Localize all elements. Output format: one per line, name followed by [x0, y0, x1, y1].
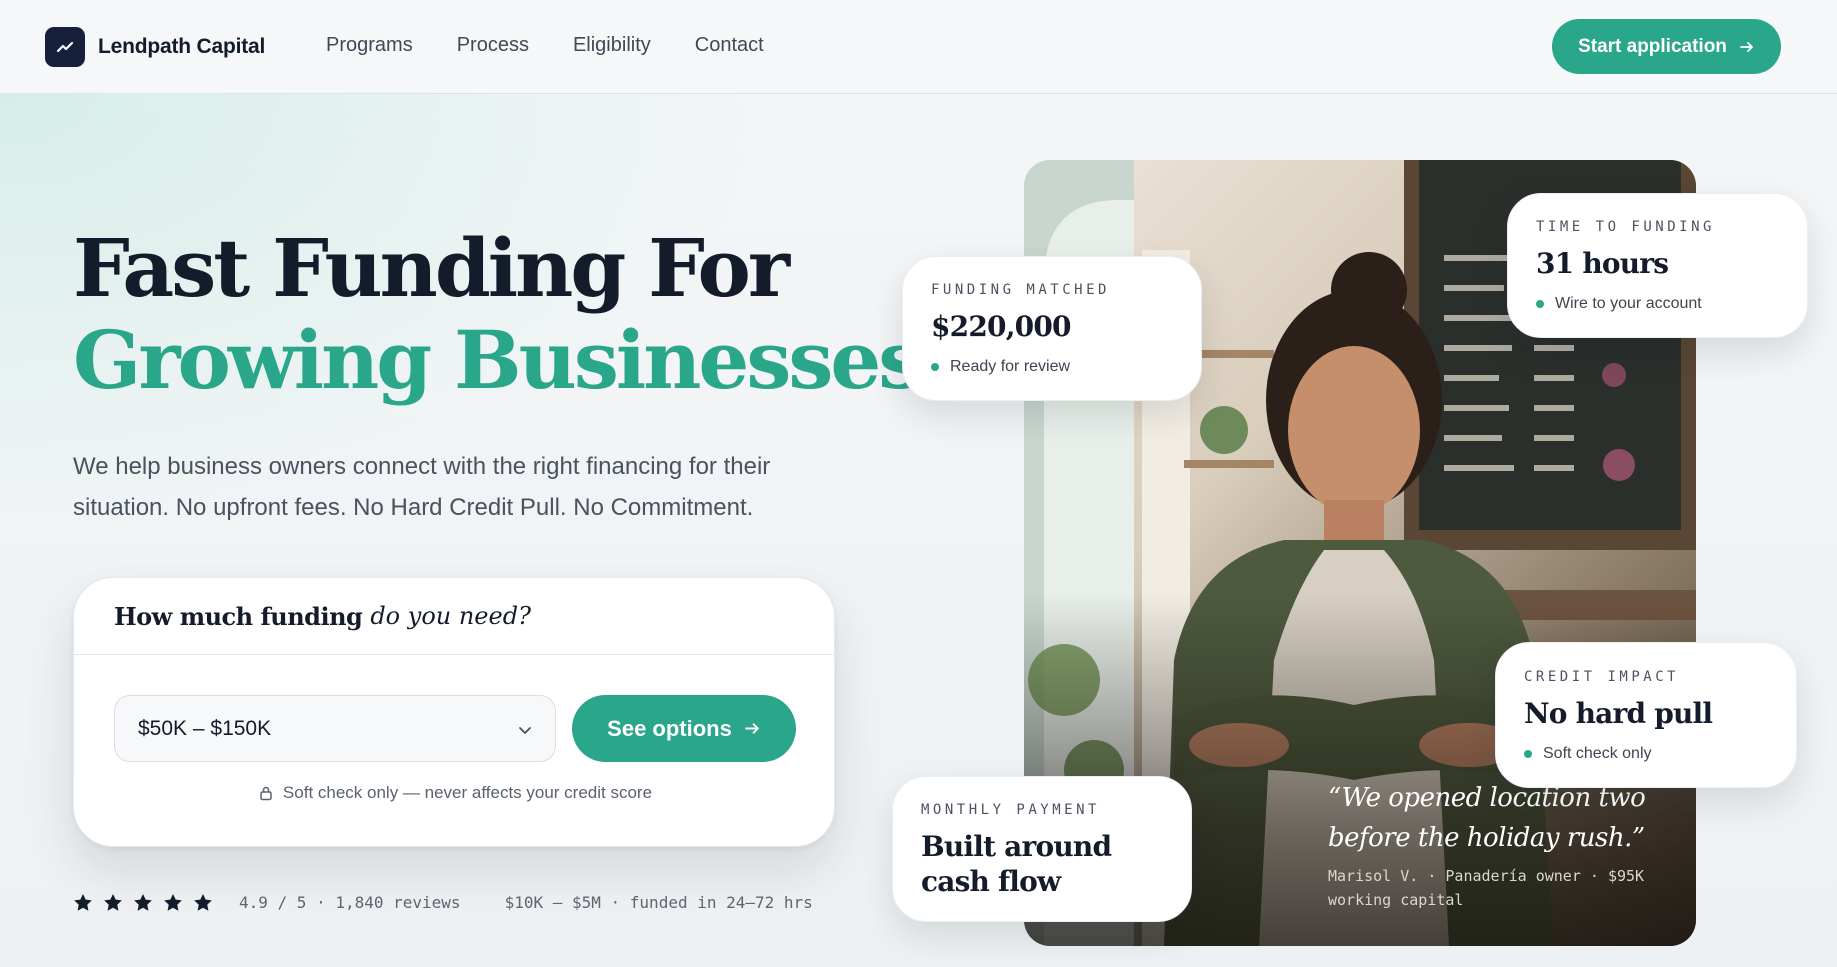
- funding-question-italic: do you need?: [370, 602, 531, 630]
- funding-question-bold: How much funding: [114, 601, 363, 631]
- star-icon: [163, 893, 183, 912]
- star-icon: [193, 893, 213, 912]
- stat-value: No hard pull: [1524, 697, 1713, 730]
- rating-stars: [73, 893, 223, 912]
- stat-card-funding-matched: FUNDING MATCHED $220,000 Ready for revie…: [902, 256, 1202, 401]
- stat-label: MONTHLY PAYMENT: [921, 802, 1100, 818]
- testimonial-quote: “We opened location two before the holid…: [1328, 783, 1646, 853]
- status-dot-icon: [1524, 750, 1532, 758]
- stat-sub: Wire to your account: [1536, 295, 1702, 313]
- soft-check-text: Soft check only — never affects your cre…: [282, 783, 653, 802]
- see-options-label: See options: [607, 715, 732, 741]
- nav-link-process[interactable]: Process: [457, 34, 529, 57]
- stat-label: CREDIT IMPACT: [1524, 669, 1680, 685]
- arrow-right-icon: [1739, 39, 1755, 55]
- hero-subtext: We help business owners connect with the…: [73, 453, 771, 521]
- stat-sub: Ready for review: [931, 358, 1070, 376]
- soft-check-note: Soft check only — never affects your cre…: [74, 783, 836, 803]
- nav-link-contact[interactable]: Contact: [695, 34, 764, 57]
- stat-value: Built around cash flow: [921, 830, 1112, 898]
- stat-card-monthly-payment: MONTHLY PAYMENT Built around cash flow: [892, 776, 1192, 922]
- trend-line-icon: [45, 27, 85, 67]
- star-icon: [133, 893, 153, 912]
- brand-name: Lendpath Capital: [98, 35, 266, 58]
- arrow-right-icon: [744, 720, 761, 737]
- testimonial-attribution: Marisol V. · Panadería owner · $95K work…: [1328, 867, 1645, 909]
- funding-amount-value: $50K – $150K: [138, 716, 272, 740]
- status-dot-icon: [1536, 300, 1544, 308]
- funding-question: How much funding do you need?: [74, 578, 834, 655]
- status-dot-icon: [931, 363, 939, 371]
- stat-sub-text: Ready for review: [950, 358, 1071, 375]
- brand[interactable]: Lendpath Capital: [45, 27, 265, 67]
- lock-icon: [258, 785, 274, 801]
- stat-value: $220,000: [931, 310, 1072, 343]
- nav-link-eligibility[interactable]: Eligibility: [573, 34, 651, 57]
- chevron-down-icon: [517, 720, 533, 744]
- funding-form-card: How much funding do you need? $50K – $15…: [73, 577, 835, 847]
- top-nav: Lendpath Capital Programs Process Eligib…: [0, 0, 1837, 94]
- start-application-button[interactable]: Start application: [1552, 19, 1781, 74]
- see-options-button[interactable]: See options: [572, 695, 796, 762]
- start-application-label: Start application: [1578, 35, 1727, 57]
- stat-label: FUNDING MATCHED: [931, 282, 1110, 298]
- funding-amount-select[interactable]: $50K – $150K: [114, 695, 556, 762]
- stat-value: 31 hours: [1536, 247, 1669, 280]
- stat-sub: Soft check only: [1524, 745, 1652, 763]
- rating-text: 4.9 / 5 · 1,840 reviews: [239, 893, 461, 912]
- star-icon: [73, 893, 93, 912]
- stat-card-time-to-funding: TIME TO FUNDING 31 hours Wire to your ac…: [1507, 193, 1808, 338]
- stat-label: TIME TO FUNDING: [1536, 219, 1715, 235]
- social-proof: 4.9 / 5 · 1,840 reviews $10K – $5M · fun…: [73, 893, 813, 912]
- star-icon: [103, 893, 123, 912]
- hero-headline: Fast Funding For Growing Businesses: [73, 221, 923, 407]
- nav-link-programs[interactable]: Programs: [326, 34, 413, 57]
- stat-card-credit-impact: CREDIT IMPACT No hard pull Soft check on…: [1495, 642, 1797, 788]
- headline-line-2: Growing Businesses: [73, 313, 923, 407]
- stat-sub-text: Wire to your account: [1555, 295, 1702, 312]
- nav-links: Programs Process Eligibility Contact: [326, 34, 808, 57]
- stat-sub-text: Soft check only: [1543, 745, 1652, 762]
- funded-range-text: $10K – $5M · funded in 24–72 hrs: [504, 893, 813, 912]
- headline-line-1: Fast Funding For: [73, 221, 790, 315]
